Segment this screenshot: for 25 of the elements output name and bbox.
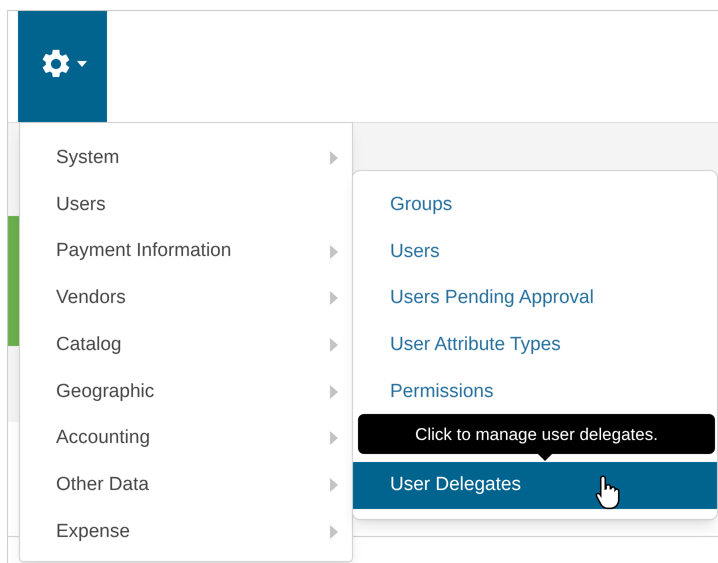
menu-item[interactable]: Payment Information [20,228,352,276]
menu-item[interactable]: Users [20,182,352,228]
chevron-right-icon [330,478,338,492]
submenu-item[interactable]: Users [353,228,717,276]
chevron-right-icon [330,338,338,352]
menu-item[interactable]: Catalog [20,322,352,368]
chevron-right-icon [330,291,338,306]
chevron-right-icon [330,244,338,259]
chevron-right-icon [330,151,338,166]
menu-item[interactable]: Geographic [20,368,352,416]
submenu-item[interactable]: Groups [353,182,717,229]
submenu-item[interactable]: User Delegates [353,462,717,509]
chevron-right-icon [330,524,338,539]
menu-item[interactable]: System [20,135,352,182]
submenu-item[interactable]: Permissions [353,368,717,416]
chevron-right-icon [330,431,338,446]
settings-button[interactable] [18,11,107,122]
submenu-item[interactable]: Users Pending Approval [353,275,717,322]
chevron-right-icon [330,384,338,399]
caret-icon [76,60,86,66]
menu-item[interactable]: Vendors [20,275,352,322]
menu-item[interactable]: Accounting [20,415,352,462]
menu-item[interactable]: Expense [20,508,352,556]
submenu-item[interactable]: User Attribute Types [353,322,717,369]
menu-item[interactable]: Other Data [20,462,352,508]
